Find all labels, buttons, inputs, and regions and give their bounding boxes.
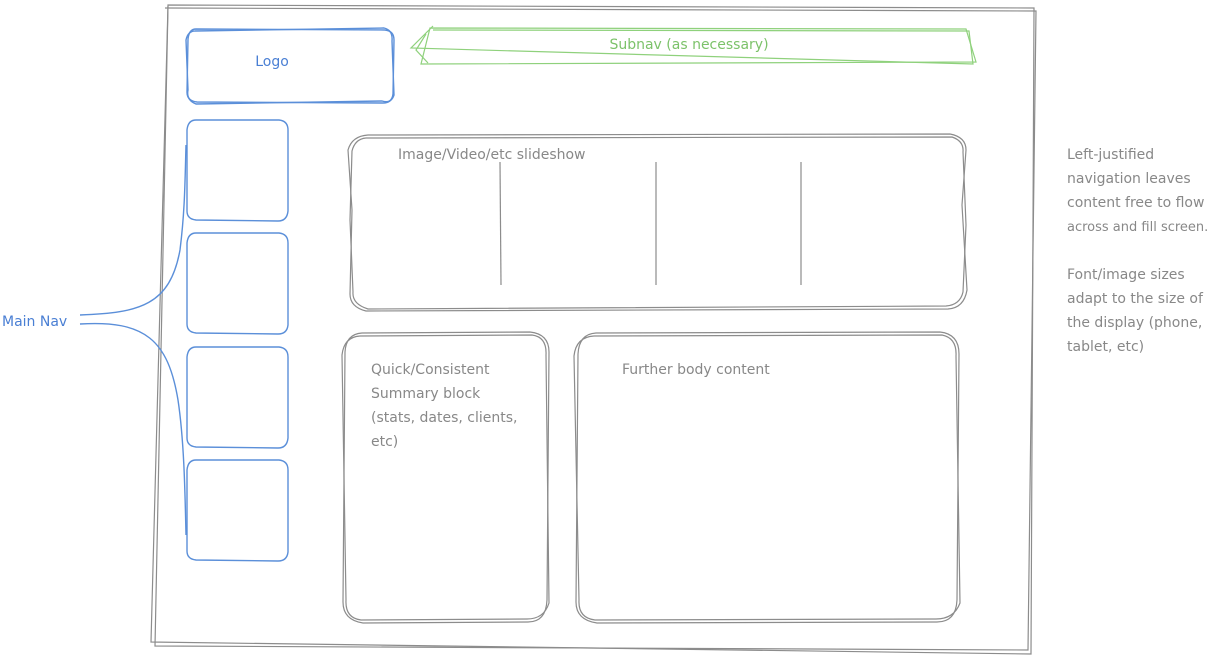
svg-text:Left-justified navigatio: Left-justified navigation leaves content… — [1067, 147, 1209, 235]
subnav-bar[interactable]: Subnav (as necessary) — [409, 25, 977, 65]
main-nav — [186, 119, 289, 562]
annotation-1-line-3: content free to flow — [1067, 195, 1204, 211]
annotation-1-line-4: across and fill screen. — [1067, 220, 1208, 235]
nav-item-2[interactable] — [186, 232, 289, 335]
summary-line-2: Summary block — [371, 386, 481, 402]
summary-line-1: Quick/Consistent — [371, 362, 490, 378]
main-nav-label: Main Nav — [2, 314, 67, 330]
nav-item-1[interactable] — [186, 119, 289, 222]
logo-label: Logo — [255, 54, 289, 70]
annotation-2-line-4: tablet, etc) — [1067, 339, 1144, 355]
nav-item-4[interactable] — [186, 459, 289, 562]
slide-divider-1 — [499, 161, 502, 286]
annotation-adaptive-sizes: Font/image sizes adapt to the size of th… — [1067, 267, 1207, 355]
annotation-1-line-2: navigation leaves — [1067, 171, 1191, 187]
wireframe-sketch: Logo Subnav (as necessary) Main Nav Imag… — [2, 4, 1209, 655]
body-content-label: Further body content — [622, 362, 770, 378]
annotation-left-justified: Left-justified navigation leaves content… — [1067, 147, 1209, 235]
brace-upper — [79, 144, 187, 316]
summary-text: Quick/Consistent Summary block (stats, d… — [371, 362, 522, 450]
svg-text:Font/image sizes adapt t: Font/image sizes adapt to the size of th… — [1067, 267, 1207, 355]
annotation-1-line-1: Left-justified — [1067, 147, 1154, 163]
summary-block: Quick/Consistent Summary block (stats, d… — [341, 331, 550, 624]
slideshow-label: Image/Video/etc slideshow — [398, 147, 586, 163]
summary-line-3: (stats, dates, clients, — [371, 410, 517, 426]
annotation-2-line-1: Font/image sizes — [1067, 267, 1185, 283]
nav-item-3[interactable] — [186, 346, 289, 449]
subnav-label: Subnav (as necessary) — [609, 37, 768, 53]
annotation-2-line-2: adapt to the size of — [1067, 291, 1204, 307]
slideshow[interactable]: Image/Video/etc slideshow — [347, 133, 968, 312]
brace-lower — [79, 322, 187, 536]
body-content-block: Further body content — [573, 331, 961, 624]
summary-line-4: etc) — [371, 434, 398, 450]
logo-box[interactable]: Logo — [185, 27, 395, 105]
annotation-2-line-3: the display (phone, — [1067, 315, 1202, 331]
